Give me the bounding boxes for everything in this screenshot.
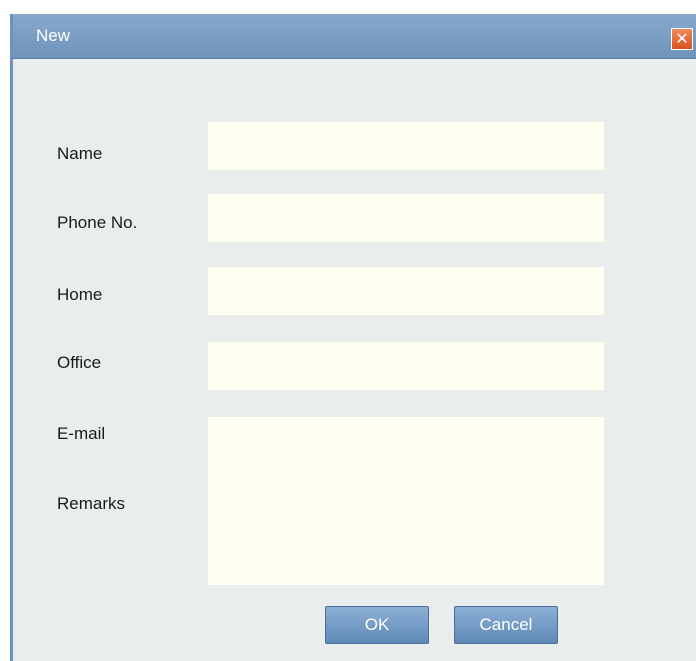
home-field[interactable] <box>208 267 604 315</box>
dialog-titlebar[interactable]: New ✕ <box>13 14 696 59</box>
office-field[interactable] <box>208 342 604 390</box>
phone-label: Phone No. <box>57 213 138 232</box>
cancel-button[interactable]: Cancel <box>454 606 558 644</box>
name-label: Name <box>57 144 103 163</box>
phone-field[interactable] <box>208 194 604 242</box>
new-contact-dialog: New ✕ Name Phone No. Home Office E-mail … <box>10 14 696 661</box>
close-icon: ✕ <box>675 31 689 48</box>
remarks-field[interactable] <box>208 455 604 585</box>
close-button[interactable]: ✕ <box>671 28 693 50</box>
dialog-title: New <box>36 26 71 45</box>
ok-button[interactable]: OK <box>325 606 429 644</box>
name-field[interactable] <box>208 122 604 170</box>
home-label: Home <box>57 285 103 304</box>
office-label: Office <box>57 353 102 372</box>
email-label: E-mail <box>57 424 106 443</box>
remarks-label: Remarks <box>57 494 126 513</box>
